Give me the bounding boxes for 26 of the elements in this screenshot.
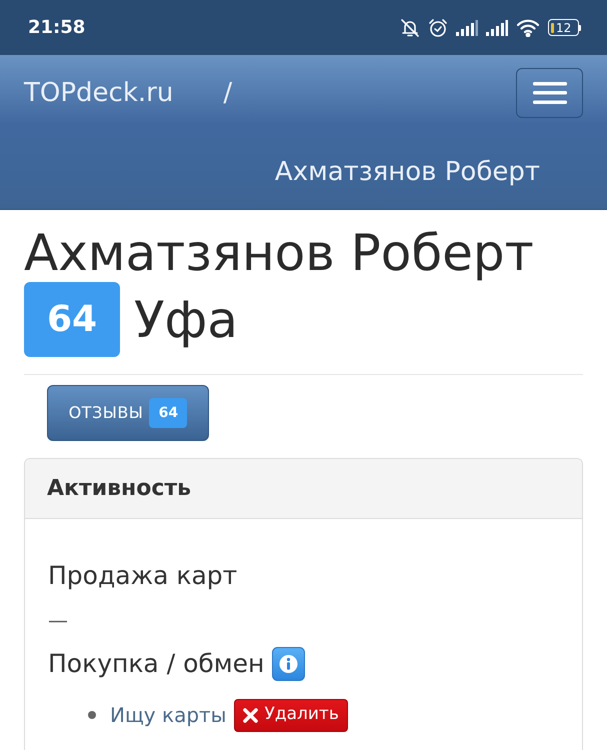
wanted-cards-link[interactable]: Ищу карты xyxy=(110,700,226,730)
wifi-icon xyxy=(516,18,540,36)
breadcrumb-current-page: Ахматзянов Роберт xyxy=(274,156,540,189)
section-heading: Продажа карт xyxy=(48,560,238,592)
alarm-clock-icon xyxy=(428,18,448,38)
info-icon[interactable] xyxy=(272,647,306,681)
bell-muted-icon xyxy=(400,18,420,38)
profile-name: Ахматзянов Роберт xyxy=(24,224,535,282)
bullet-icon xyxy=(88,711,96,719)
empty-dash: — xyxy=(48,607,68,634)
panel-title: Активность xyxy=(47,475,192,503)
menu-icon xyxy=(532,82,566,104)
battery-percentage: 12 xyxy=(556,22,572,34)
signal-icon xyxy=(486,20,508,36)
clock-time: 21:58 xyxy=(28,16,86,40)
reviews-button[interactable]: ОТЗЫВЫ 64 xyxy=(47,385,209,441)
rating-badge: 64 xyxy=(24,282,120,357)
site-logo-link[interactable]: TOPdeck.ru xyxy=(24,74,174,112)
delete-button[interactable]: Удалить xyxy=(234,698,348,732)
close-icon xyxy=(243,708,258,722)
profile-city: Уфа xyxy=(134,290,238,348)
section-heading: Покупка / обмен xyxy=(48,648,264,680)
menu-button[interactable] xyxy=(516,68,583,118)
reviews-count-badge: 64 xyxy=(149,398,188,428)
breadcrumb-separator: / xyxy=(223,76,232,110)
signal-icon xyxy=(456,20,478,36)
